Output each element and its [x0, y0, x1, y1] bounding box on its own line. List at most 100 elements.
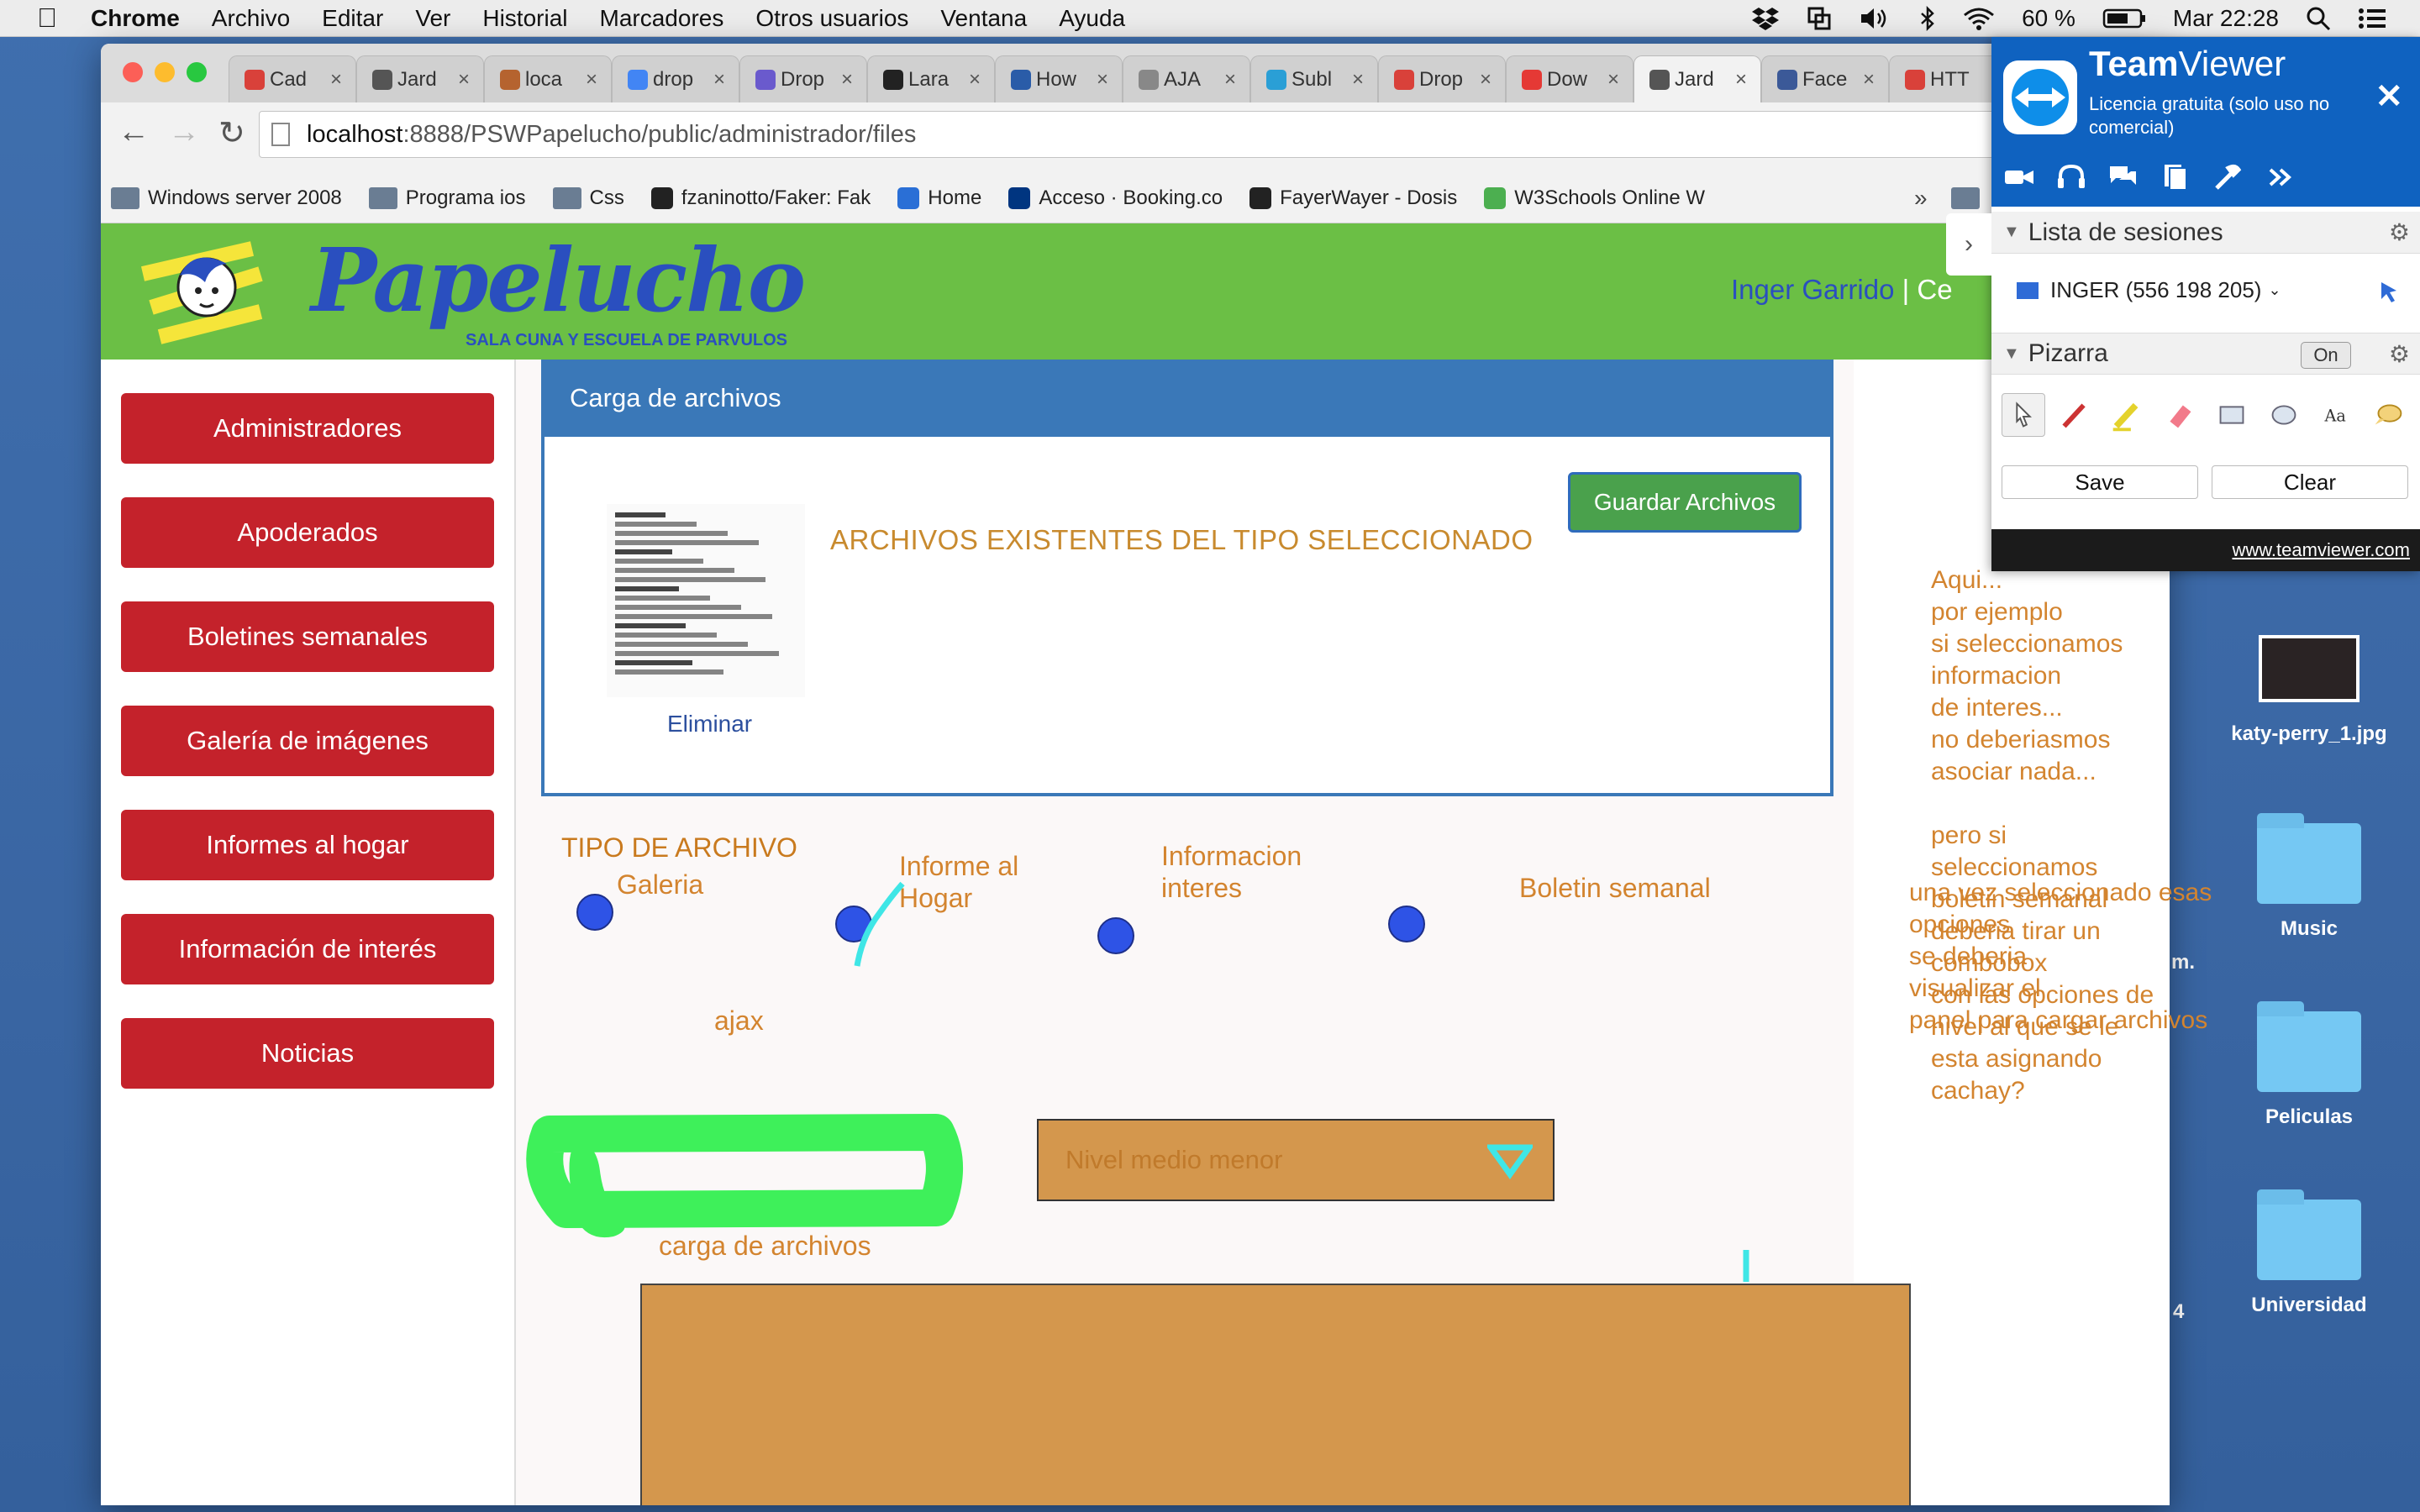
chevron-down-icon[interactable]: ⌄ — [2268, 281, 2281, 299]
menu-ver[interactable]: Ver — [415, 5, 450, 32]
radio-galeria[interactable] — [576, 894, 613, 931]
rectangle-tool-icon[interactable] — [2210, 393, 2254, 437]
window-zoom-button[interactable] — [187, 62, 207, 82]
video-icon[interactable] — [2003, 163, 2035, 192]
menu-archivo[interactable]: Archivo — [212, 5, 290, 32]
desktop-folder-universidad[interactable]: Universidad — [2225, 1189, 2393, 1317]
notification-center-icon[interactable] — [2358, 7, 2386, 30]
document-thumbnail[interactable] — [607, 504, 805, 697]
highlighter-tool-icon[interactable] — [2106, 393, 2149, 437]
tab-close-icon[interactable]: × — [1863, 68, 1875, 92]
logout-link[interactable]: Ce — [1917, 274, 1952, 305]
sidebar-button[interactable]: Boletines semanales — [121, 601, 494, 672]
bookmark-item[interactable]: FayerWayer - Dosis — [1249, 186, 1457, 210]
desktop-file-katy-perry[interactable]: katy-perry_1.jpg — [2225, 635, 2393, 746]
tools-icon[interactable] — [2212, 163, 2244, 192]
menu-editar[interactable]: Editar — [322, 5, 383, 32]
battery-icon[interactable] — [2102, 8, 2146, 29]
browser-tab[interactable]: Cad × — [229, 55, 356, 102]
tab-close-icon[interactable]: × — [1097, 68, 1108, 92]
window-close-button[interactable] — [123, 62, 143, 82]
gear-icon[interactable]: ⚙ — [2389, 218, 2410, 246]
site-logo[interactable]: Papelucho — [311, 228, 806, 332]
browser-tab[interactable]: AJA × — [1123, 55, 1250, 102]
browser-tab[interactable]: Subl × — [1250, 55, 1378, 102]
browser-tab[interactable]: Jard × — [356, 55, 484, 102]
address-bar[interactable]: localhost :8888/PSWPapelucho/public/admi… — [259, 111, 2133, 158]
browser-tab[interactable]: loca × — [484, 55, 612, 102]
sessions-section-header[interactable]: ▼ Lista de sesiones ⚙ — [1991, 212, 2420, 254]
chat-icon[interactable] — [2107, 163, 2139, 192]
desktop-folder-music[interactable]: Music — [2225, 813, 2393, 941]
ellipse-tool-icon[interactable] — [2262, 393, 2306, 437]
tab-close-icon[interactable]: × — [1224, 68, 1236, 92]
bookmark-item[interactable]: W3Schools Online W — [1484, 186, 1705, 210]
bookmark-item[interactable]: Home — [897, 186, 981, 210]
browser-tab[interactable]: Dow × — [1506, 55, 1634, 102]
bookmark-item[interactable]: Windows server 2008 — [111, 186, 342, 210]
sidebar-button[interactable]: Información de interés — [121, 914, 494, 984]
panel-collapse-arrow[interactable]: › — [1946, 213, 1991, 276]
browser-tab[interactable]: Lara × — [867, 55, 995, 102]
sidebar-button[interactable]: Noticias — [121, 1018, 494, 1089]
session-item[interactable]: INGER (556 198 205) ⌄ — [2017, 277, 2281, 303]
menu-clock[interactable]: Mar 22:28 — [2173, 5, 2279, 32]
bookmark-item[interactable]: Css — [552, 186, 624, 210]
bookmark-item[interactable]: fzaninotto/Faker: Fak — [650, 186, 871, 210]
folder-icon[interactable] — [1951, 187, 1980, 209]
browser-tab[interactable]: Drop × — [739, 55, 867, 102]
more-chevrons-icon[interactable] — [2264, 163, 2296, 192]
tab-close-icon[interactable]: × — [1352, 68, 1364, 92]
browser-tab[interactable]: Drop × — [1378, 55, 1506, 102]
menu-historial[interactable]: Historial — [482, 5, 567, 32]
pen-tool-icon[interactable] — [2054, 393, 2097, 437]
browser-tab[interactable]: drop × — [612, 55, 739, 102]
delete-file-link[interactable]: Eliminar — [667, 711, 752, 738]
tab-close-icon[interactable]: × — [1735, 68, 1747, 92]
bluetooth-icon[interactable] — [1919, 6, 1936, 31]
text-tool-icon[interactable]: Aa — [2314, 393, 2358, 437]
sidebar-button[interactable]: Administradores — [121, 393, 494, 464]
browser-tab[interactable]: Jard × — [1634, 55, 1761, 102]
cursor-arrow-icon[interactable] — [2378, 279, 2402, 304]
tab-close-icon[interactable]: × — [586, 68, 597, 92]
gear-icon[interactable]: ⚙ — [2389, 340, 2410, 368]
reload-icon[interactable]: ↻ — [218, 114, 245, 152]
tab-close-icon[interactable]: × — [969, 68, 981, 92]
volume-icon[interactable] — [1859, 6, 1892, 31]
bookmark-item[interactable]: Programa ios — [368, 186, 526, 210]
radio-boletin-semanal[interactable] — [1388, 906, 1425, 942]
user-name-link[interactable]: Inger Garrido — [1731, 274, 1894, 305]
menu-ventana[interactable]: Ventana — [940, 5, 1027, 32]
whiteboard-toggle[interactable]: On — [2301, 342, 2351, 369]
save-files-button[interactable]: Guardar Archivos — [1568, 472, 1802, 533]
whiteboard-save-button[interactable]: Save — [2002, 465, 2198, 499]
menu-ayuda[interactable]: Ayuda — [1059, 5, 1125, 32]
pointer-tool-icon[interactable] — [2002, 393, 2045, 437]
apple-icon[interactable]:  — [22, 3, 72, 34]
sidebar-button[interactable]: Informes al hogar — [121, 810, 494, 880]
menu-otros-usuarios[interactable]: Otros usuarios — [755, 5, 908, 32]
radio-informe-hogar[interactable] — [835, 906, 872, 942]
tab-close-icon[interactable]: × — [1480, 68, 1491, 92]
browser-tab[interactable]: Face × — [1761, 55, 1889, 102]
headset-icon[interactable] — [2055, 163, 2087, 192]
bookmark-item[interactable]: Acceso · Booking.co — [1008, 186, 1223, 210]
wifi-icon[interactable] — [1963, 6, 1995, 31]
tab-close-icon[interactable]: × — [458, 68, 470, 92]
nivel-dropdown[interactable]: Nivel medio menor — [1037, 1119, 1555, 1201]
sidebar-button[interactable]: Apoderados — [121, 497, 494, 568]
tab-close-icon[interactable]: × — [330, 68, 342, 92]
file-upload-area[interactable] — [640, 1284, 1911, 1505]
browser-tab[interactable]: How × — [995, 55, 1123, 102]
sidebar-button[interactable]: Galería de imágenes — [121, 706, 494, 776]
bookmarks-overflow-button[interactable]: » — [1914, 185, 1928, 212]
menu-marcadores[interactable]: Marcadores — [600, 5, 724, 32]
teamviewer-menu-icon[interactable] — [1807, 6, 1832, 31]
forward-arrow-icon[interactable]: → — [168, 114, 200, 152]
teamviewer-website-link[interactable]: www.teamviewer.com — [1991, 529, 2420, 571]
tab-close-icon[interactable]: × — [841, 68, 853, 92]
close-icon[interactable]: ✕ — [2375, 77, 2403, 116]
spotlight-search-icon[interactable] — [2306, 6, 2331, 31]
back-arrow-icon[interactable]: ← — [118, 114, 150, 152]
